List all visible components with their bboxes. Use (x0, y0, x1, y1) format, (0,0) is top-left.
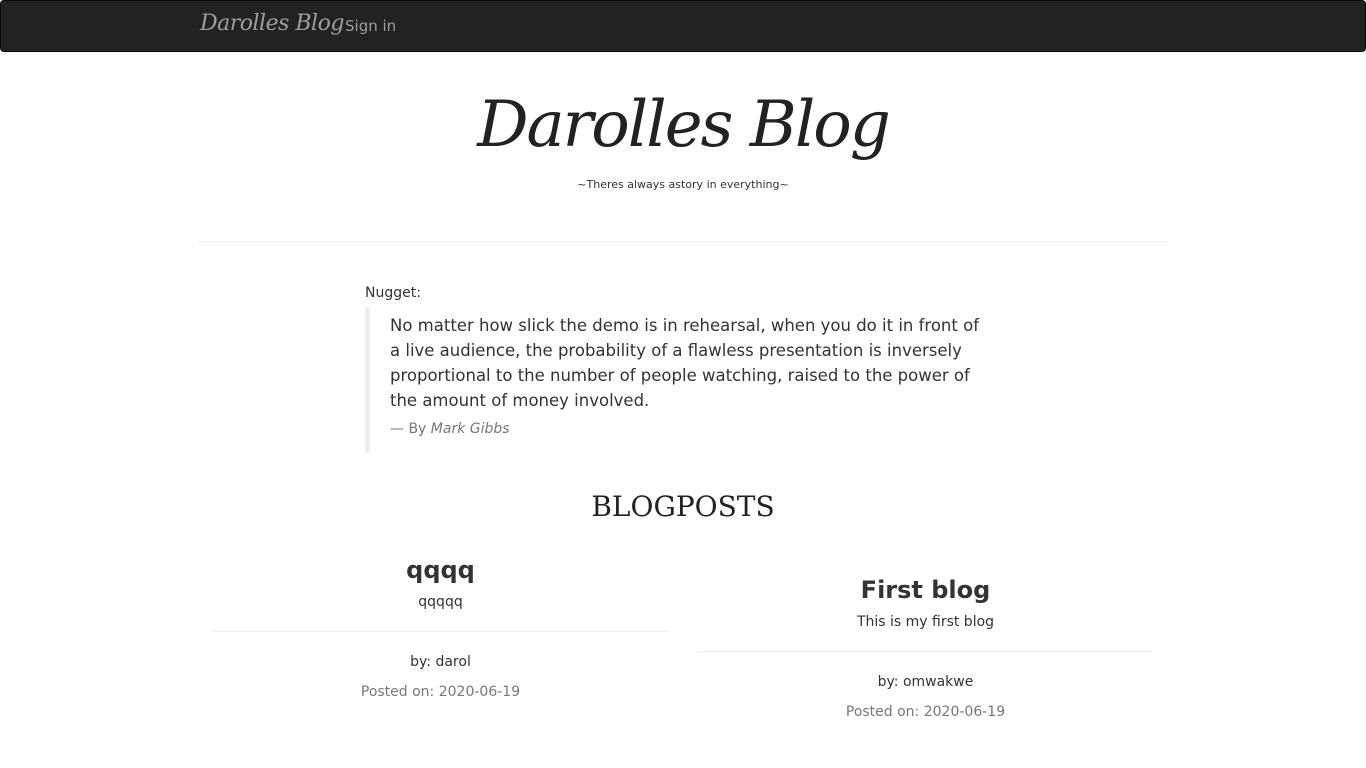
post-body: This is my first blog (856, 614, 995, 630)
post-date: Posted on: 2020-06-19 (213, 682, 668, 702)
header-divider (198, 241, 1168, 242)
post-body: qqqqq (418, 594, 463, 610)
nugget-quote-footer: — By Mark Gibbs (390, 421, 975, 437)
post-date-label: Posted on: (360, 684, 435, 700)
post-author: by: omwakwe (877, 674, 974, 690)
nugget-label: Nugget: (365, 285, 421, 301)
sign-in-link[interactable]: Sign in (345, 17, 396, 35)
blog-post-card: qqqq qqqqq by: darol Posted on: 2020-06-… (213, 555, 668, 702)
blog-post-card: First blog This is my first blog by: omw… (698, 575, 1153, 722)
blogposts-heading: BLOGPOSTS (591, 490, 775, 523)
nugget-quote-text: No matter how slick the demo is in rehea… (390, 316, 980, 410)
post-date-label: Posted on: (845, 704, 920, 720)
nugget-author: Mark Gibbs (430, 421, 510, 437)
post-title[interactable]: First blog (698, 575, 1153, 605)
post-title[interactable]: qqqq (213, 555, 668, 585)
top-navbar: Darolles Blog Sign in (0, 0, 1366, 52)
post-divider (698, 651, 1153, 652)
post-date-value: 2020-06-19 (923, 704, 1006, 720)
navbar-brand-link[interactable]: Darolles Blog (200, 11, 344, 36)
post-date: Posted on: 2020-06-19 (698, 702, 1153, 722)
post-divider (213, 631, 668, 632)
page-title: Darolles Blog (477, 88, 891, 162)
nugget-quote: No matter how slick the demo is in rehea… (365, 307, 979, 453)
post-date-value: 2020-06-19 (438, 684, 521, 700)
post-author: by: darol (410, 654, 471, 670)
page-tagline: ~Theres always astory in everything~ (577, 178, 789, 191)
nugget-by-prefix: — By (390, 421, 427, 437)
